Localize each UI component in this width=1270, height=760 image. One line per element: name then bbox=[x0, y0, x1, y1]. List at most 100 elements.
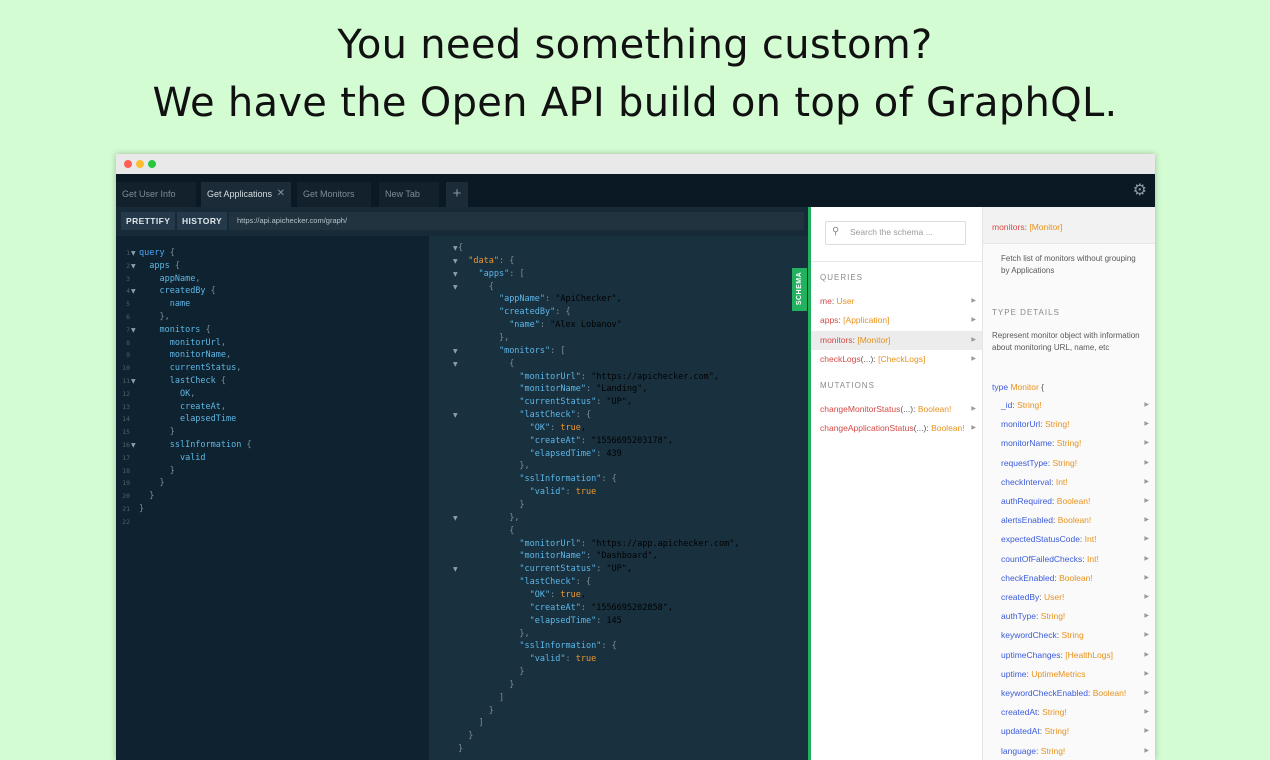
query-editor[interactable]: 1 ▼ query {2 ▼ apps {3 appName, 4 ▼ createdBy… bbox=[116, 236, 429, 760]
fold-toggle-icon[interactable]: ▼ bbox=[453, 345, 458, 358]
type-field-keywordCheckEnabled[interactable]: keywordCheckEnabled: Boolean! ▶ bbox=[983, 684, 1155, 703]
type-field-uptime[interactable]: uptime: UptimeMetrics ▶ bbox=[983, 665, 1155, 684]
field-type[interactable]: Boolean! bbox=[918, 404, 952, 414]
prettify-button[interactable]: PRETTIFY bbox=[121, 212, 176, 230]
field-type[interactable]: UptimeMetrics bbox=[1031, 669, 1085, 679]
field-type[interactable]: String! bbox=[1045, 419, 1070, 429]
tab-get-monitors[interactable]: Get Monitors bbox=[297, 182, 371, 207]
result-code-line: { bbox=[509, 525, 515, 536]
field-args: (...) bbox=[913, 423, 927, 434]
fold-toggle-icon[interactable]: ▼ bbox=[131, 260, 136, 273]
field-type[interactable]: Int! bbox=[1085, 534, 1097, 544]
type-field-monitorName[interactable]: monitorName: String! ▶ bbox=[983, 434, 1155, 453]
type-field-monitorUrl[interactable]: monitorUrl: String! ▶ bbox=[983, 415, 1155, 434]
type-field-checkInterval[interactable]: checkInterval: Int! ▶ bbox=[983, 473, 1155, 492]
type-field-_id[interactable]: _id: String! ▶ bbox=[983, 396, 1155, 415]
result-code-line: } bbox=[519, 667, 525, 678]
query-field-checkLogs[interactable]: checkLogs(...): [CheckLogs] ▶ bbox=[811, 350, 982, 369]
triangle-right-icon: ▶ bbox=[971, 425, 976, 432]
gear-icon[interactable]: ⚙ bbox=[1133, 180, 1147, 199]
query-field-apps[interactable]: apps: [Application] ▶ bbox=[811, 311, 982, 330]
fold-toggle-icon[interactable]: ▼ bbox=[453, 563, 458, 576]
type-field-authType[interactable]: authType: String! ▶ bbox=[983, 607, 1155, 626]
type-field-createdBy[interactable]: createdBy: User! ▶ bbox=[983, 588, 1155, 607]
field-type[interactable]: Int! bbox=[1056, 477, 1068, 487]
line-number: 21 bbox=[122, 505, 130, 513]
field-type[interactable]: [HealthLogs] bbox=[1065, 650, 1113, 660]
schema-toggle-button[interactable]: SCHEMA bbox=[792, 268, 807, 311]
type-field-checkEnabled[interactable]: checkEnabled: Boolean! ▶ bbox=[983, 569, 1155, 588]
type-field-authRequired[interactable]: authRequired: Boolean! ▶ bbox=[983, 492, 1155, 511]
result-code-line: "valid": true bbox=[529, 487, 597, 498]
fold-toggle-icon[interactable]: ▼ bbox=[131, 439, 136, 452]
details-field-type[interactable]: [Monitor] bbox=[1029, 222, 1062, 232]
field-type[interactable]: String! bbox=[1041, 746, 1066, 756]
query-code-line: lastCheck { bbox=[169, 376, 227, 386]
field-type[interactable]: User bbox=[837, 296, 855, 306]
field-type[interactable]: String! bbox=[1042, 707, 1067, 717]
fold-toggle-icon[interactable]: ▼ bbox=[453, 242, 458, 255]
line-number: 19 bbox=[122, 479, 130, 488]
fold-toggle-icon[interactable]: ▼ bbox=[453, 512, 458, 525]
type-name[interactable]: Monitor bbox=[1010, 382, 1038, 392]
type-field-alertsEnabled[interactable]: alertsEnabled: Boolean! ▶ bbox=[983, 511, 1155, 530]
field-type[interactable]: [Monitor] bbox=[857, 335, 890, 345]
mutation-field-changeMonitorStatus[interactable]: changeMonitorStatus(...): Boolean! ▶ bbox=[811, 400, 982, 419]
result-code-line: "OK": true, bbox=[529, 589, 586, 600]
fold-toggle-icon[interactable]: ▼ bbox=[453, 281, 458, 294]
fold-toggle-icon[interactable]: ▼ bbox=[453, 409, 458, 422]
type-field-createdAt[interactable]: createdAt: String! ▶ bbox=[983, 703, 1155, 722]
type-field-uptimeChanges[interactable]: uptimeChanges: [HealthLogs] ▶ bbox=[983, 646, 1155, 665]
tab-get-user-info[interactable]: Get User Info bbox=[116, 182, 196, 207]
schema-search-input[interactable]: ⚲ Search the schema ... bbox=[825, 221, 966, 245]
tab-label: Get Applications bbox=[207, 189, 273, 199]
field-type[interactable]: Boolean! bbox=[1058, 515, 1092, 525]
mutation-field-changeApplicationStatus[interactable]: changeApplicationStatus(...): Boolean! ▶ bbox=[811, 419, 982, 438]
field-name: checkInterval bbox=[1001, 476, 1052, 487]
field-name: changeApplicationStatus bbox=[820, 423, 914, 434]
endpoint-url-input[interactable]: https://api.apichecker.com/graph/ bbox=[229, 212, 804, 230]
type-field-updatedAt[interactable]: updatedAt: String! ▶ bbox=[983, 722, 1155, 741]
tab-get-applications[interactable]: Get Applications ✕ bbox=[201, 182, 291, 207]
query-code-line: OK, bbox=[179, 388, 196, 399]
query-field-monitors[interactable]: monitors: [Monitor] ▶ bbox=[811, 330, 982, 350]
field-type[interactable]: String! bbox=[1053, 458, 1078, 468]
fold-toggle-icon[interactable]: ▼ bbox=[453, 358, 458, 371]
type-field-countOfFailedChecks[interactable]: countOfFailedChecks: Int! ▶ bbox=[983, 550, 1155, 569]
field-type[interactable]: Boolean! bbox=[931, 423, 965, 433]
plus-icon[interactable]: + bbox=[446, 182, 468, 207]
field-type[interactable]: String! bbox=[1045, 726, 1070, 736]
field-type[interactable]: User! bbox=[1044, 592, 1064, 602]
tab-new-tab[interactable]: New Tab bbox=[379, 182, 439, 207]
field-type[interactable]: String bbox=[1061, 630, 1083, 640]
fold-toggle-icon[interactable]: ▼ bbox=[131, 375, 136, 388]
window-close-button[interactable] bbox=[124, 160, 132, 168]
query-field-me[interactable]: me: User ▶ bbox=[811, 292, 982, 311]
type-field-requestType[interactable]: requestType: String! ▶ bbox=[983, 454, 1155, 473]
query-code-line: appName, bbox=[159, 273, 201, 284]
field-type[interactable]: String! bbox=[1041, 611, 1066, 621]
field-type[interactable]: Boolean! bbox=[1059, 573, 1093, 583]
type-field-keywordCheck[interactable]: keywordCheck: String ▶ bbox=[983, 626, 1155, 645]
field-type[interactable]: Boolean! bbox=[1093, 688, 1127, 698]
fold-toggle-icon[interactable]: ▼ bbox=[453, 268, 458, 281]
fold-toggle-icon[interactable]: ▼ bbox=[131, 285, 136, 298]
type-field-expectedStatusCode[interactable]: expectedStatusCode: Int! ▶ bbox=[983, 530, 1155, 549]
window-maximize-button[interactable] bbox=[148, 160, 156, 168]
result-code-line: { bbox=[458, 243, 464, 253]
fold-toggle-icon[interactable]: ▼ bbox=[131, 324, 136, 337]
field-type[interactable]: Boolean! bbox=[1057, 496, 1091, 506]
field-type[interactable]: Int! bbox=[1087, 554, 1099, 564]
close-icon[interactable]: ✕ bbox=[277, 182, 285, 206]
window-minimize-button[interactable] bbox=[136, 160, 144, 168]
field-type[interactable]: [Application] bbox=[843, 315, 889, 325]
fold-toggle-icon[interactable]: ▼ bbox=[453, 255, 458, 268]
field-type[interactable]: String! bbox=[1017, 400, 1042, 410]
history-button[interactable]: HISTORY bbox=[177, 212, 228, 230]
field-type[interactable]: String! bbox=[1057, 438, 1082, 448]
fold-toggle-icon[interactable]: ▼ bbox=[131, 247, 136, 260]
field-type[interactable]: [CheckLogs] bbox=[878, 354, 925, 364]
query-code-line: } bbox=[169, 427, 175, 438]
triangle-right-icon: ▶ bbox=[1144, 651, 1149, 658]
type-field-language[interactable]: language: String! ▶ bbox=[983, 742, 1155, 760]
